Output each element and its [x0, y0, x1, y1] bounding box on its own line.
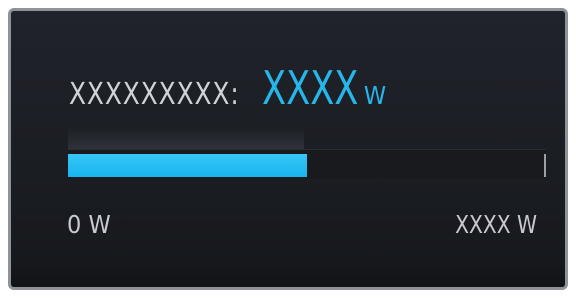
power-bar-track: [68, 149, 546, 179]
power-panel: XXXXXXXXX: XXXX W 0 W XXXX W: [8, 8, 568, 290]
bar-highlight: [68, 127, 304, 151]
power-value: XXXX: [262, 61, 359, 115]
scale-min-label: 0 W: [67, 210, 111, 239]
power-panel-background: XXXXXXXXX: XXXX W 0 W XXXX W: [11, 11, 565, 287]
power-unit: W: [363, 81, 387, 110]
power-bar-end-marker: [544, 154, 546, 177]
power-label: XXXXXXXXX:: [69, 77, 240, 112]
scale-max-label: XXXX W: [455, 210, 537, 239]
power-bar-fill: [68, 154, 307, 177]
